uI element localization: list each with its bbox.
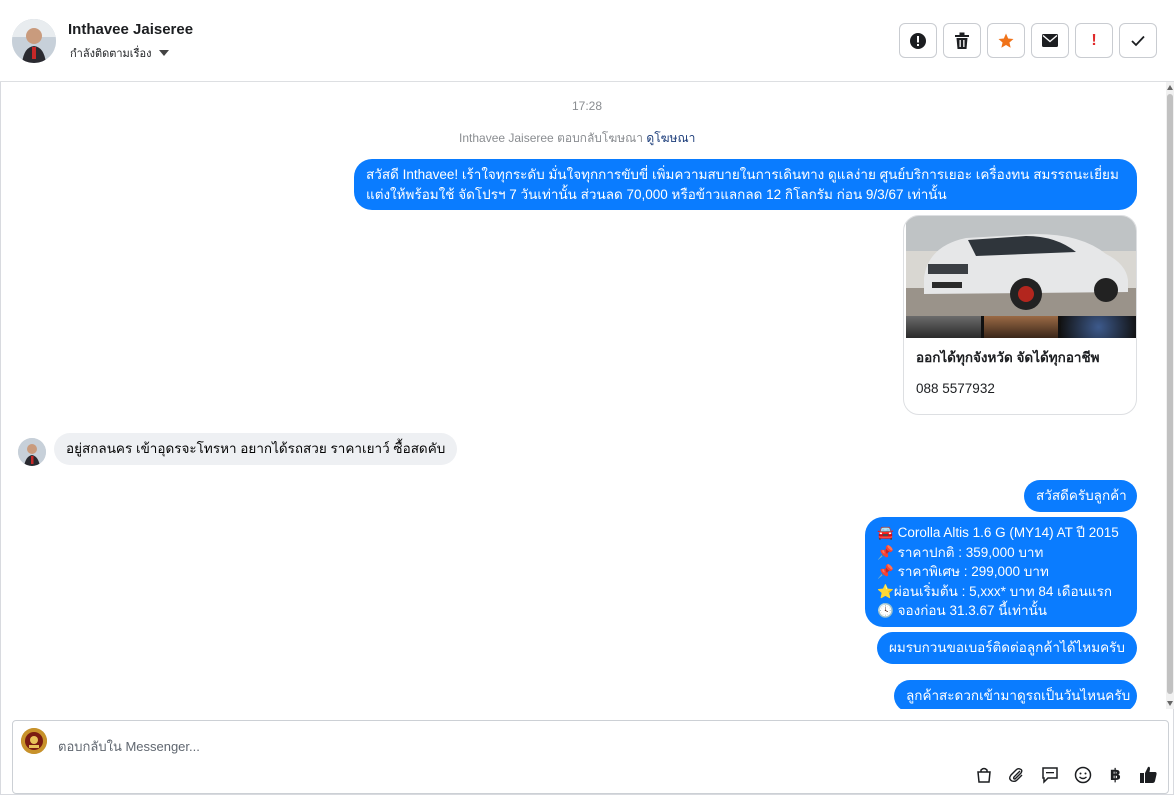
status-dropdown[interactable]: กำลังติดตามเรื่อง bbox=[70, 44, 170, 62]
ad-message-line: สวัสดี Inthavee! เร้าใจทุกระดับ มั่นใจทุ… bbox=[366, 167, 1119, 182]
outgoing-ad-message: สวัสดี Inthavee! เร้าใจทุกระดับ มั่นใจทุ… bbox=[354, 159, 1137, 210]
status-label: กำลังติดตามเรื่อง bbox=[70, 48, 152, 60]
emoji-icon bbox=[1074, 766, 1091, 783]
offer-line: 📌 ราคาพิเศษ : 299,000 บาท bbox=[877, 564, 1049, 579]
message-thread[interactable]: 17:28 Inthavee Jaiseree ตอบกลับโฆษณา ดูโ… bbox=[0, 82, 1174, 709]
offer-line: 🚘 Corolla Altis 1.6 G (MY14) AT ปี 2015 bbox=[877, 525, 1119, 540]
trash-icon bbox=[955, 32, 969, 49]
chevron-down-icon bbox=[159, 50, 170, 56]
clock-emoji-icon: 🕓 bbox=[877, 603, 894, 618]
shop-icon bbox=[976, 767, 991, 783]
contact-avatar-small bbox=[18, 438, 46, 466]
emoji-button[interactable] bbox=[1073, 765, 1092, 784]
pin-emoji-icon: 📌 bbox=[877, 564, 894, 579]
star-emoji-icon: ⭐ bbox=[877, 583, 894, 599]
car-thumbnails bbox=[906, 316, 1136, 338]
outgoing-greeting: สวัสดีครับลูกค้า bbox=[1024, 480, 1137, 512]
ad-reply-notice: Inthavee Jaiseree ตอบกลับโฆษณา ดูโฆษณา bbox=[459, 129, 695, 148]
star-icon bbox=[998, 33, 1014, 48]
like-button[interactable] bbox=[1139, 765, 1158, 784]
composer-tools: ฿ bbox=[974, 765, 1158, 784]
offer-line: 📌 ราคาปกติ : 359,000 บาท bbox=[877, 544, 1044, 560]
ad-message-line: แต่งให้พร้อมใช้ จัดโปรฯ 7 วันเท่านั้น ส่… bbox=[366, 186, 947, 202]
mark-done-button[interactable] bbox=[1119, 23, 1157, 58]
contact-name[interactable]: Inthavee Jaiseree bbox=[68, 21, 193, 38]
message-composer[interactable]: ตอบกลับใน Messenger... ฿ bbox=[12, 720, 1169, 794]
mark-unread-button[interactable] bbox=[1031, 23, 1069, 58]
car-photo bbox=[906, 216, 1136, 316]
offer-line: ⭐ผ่อนเริ่มต้น : 5,xxx* บาท 84 เดือนแรก bbox=[877, 583, 1112, 599]
incoming-message: อยู่สกลนคร เข้าอุดรจะโทรหา อยากได้รถสวย … bbox=[54, 433, 458, 465]
check-icon bbox=[1131, 35, 1145, 46]
ad-reply-text: Inthavee Jaiseree ตอบกลับโฆษณา bbox=[459, 131, 644, 145]
star-button[interactable] bbox=[987, 23, 1025, 58]
envelope-icon bbox=[1042, 34, 1058, 47]
message-timestamp: 17:28 bbox=[571, 99, 603, 113]
outgoing-ask-day: ลูกค้าสะดวกเข้ามาดูรถเป็นวันไหนครับ bbox=[894, 680, 1137, 709]
attach-button[interactable] bbox=[1007, 765, 1026, 784]
contact-avatar[interactable] bbox=[12, 19, 56, 63]
outgoing-ask-phone: ผมรบกวนขอเบอร์ติดต่อลูกค้าได้ไหมครับ bbox=[877, 632, 1137, 664]
outgoing-offer-message: 🚘 Corolla Altis 1.6 G (MY14) AT ปี 2015 … bbox=[865, 517, 1137, 627]
spam-icon bbox=[910, 32, 926, 49]
payment-button[interactable]: ฿ bbox=[1106, 765, 1125, 784]
mark-spam-button[interactable] bbox=[899, 23, 937, 58]
car-emoji-icon: 🚘 bbox=[877, 525, 894, 540]
conversation-header: Inthavee Jaiseree กำลังติดตามเรื่อง ! bbox=[0, 0, 1174, 82]
header-actions: ! bbox=[899, 23, 1157, 58]
offer-line: 🕓 จองก่อน 31.3.67 นี้เท่านั้น bbox=[877, 603, 1048, 618]
scroll-down-arrow-icon[interactable] bbox=[1167, 701, 1173, 706]
thread-scrollbar[interactable] bbox=[1166, 82, 1174, 709]
follow-up-button[interactable]: ! bbox=[1075, 23, 1113, 58]
view-ad-link[interactable]: ดูโฆษณา bbox=[646, 131, 695, 145]
follow-up-icon: ! bbox=[1091, 31, 1097, 49]
attach-icon bbox=[1008, 767, 1022, 782]
scroll-up-arrow-icon[interactable] bbox=[1167, 85, 1173, 90]
message-input[interactable]: ตอบกลับใน Messenger... bbox=[58, 736, 200, 757]
saved-reply-button[interactable] bbox=[1040, 765, 1059, 784]
ad-card-title: ออกได้ทุกจังหวัด จัดได้ทุกอาชีพ bbox=[916, 350, 1100, 365]
shop-button[interactable] bbox=[974, 765, 993, 784]
baht-icon: ฿ bbox=[1109, 766, 1122, 784]
saved-reply-icon bbox=[1041, 766, 1058, 784]
pin-emoji-icon: 📌 bbox=[877, 544, 894, 560]
scrollbar-thumb[interactable] bbox=[1167, 94, 1173, 694]
thumbs-up-icon bbox=[1140, 766, 1157, 783]
ad-card-phone[interactable]: 088 5577932 bbox=[916, 381, 995, 396]
delete-button[interactable] bbox=[943, 23, 981, 58]
page-avatar bbox=[21, 728, 47, 754]
ad-card[interactable]: ออกได้ทุกจังหวัด จัดได้ทุกอาชีพ 088 5577… bbox=[903, 215, 1137, 415]
